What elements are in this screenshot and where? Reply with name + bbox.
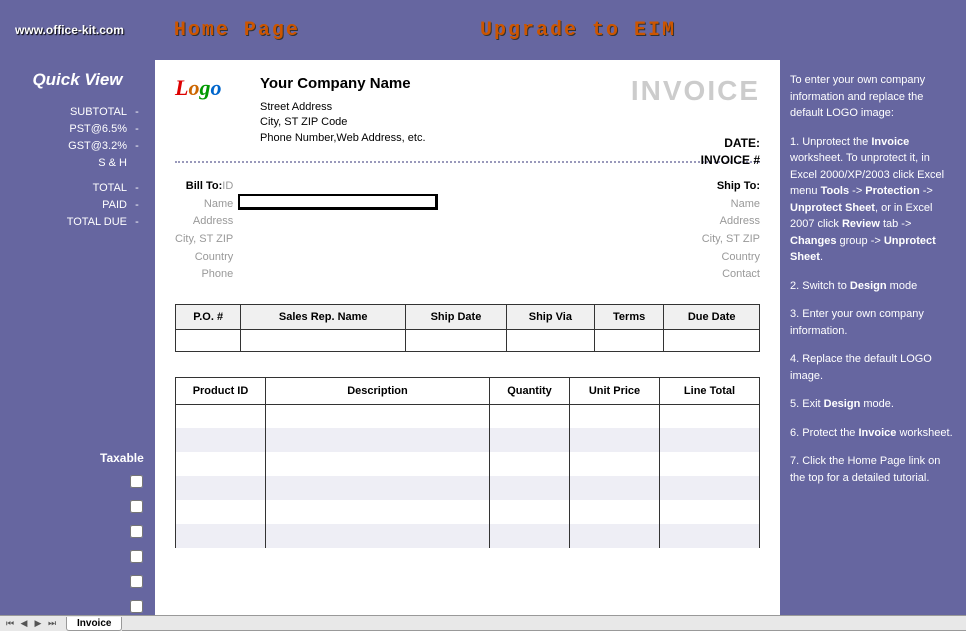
qv-label: PST@6.5% xyxy=(8,123,127,135)
header-bar: www.office-kit.com Home Page Upgrade to … xyxy=(0,0,966,60)
instruction-step: 4. Replace the default LOGO image. xyxy=(790,351,956,384)
qv-value: - xyxy=(127,106,147,118)
po-header: Terms xyxy=(594,304,663,329)
ship-to-block: Ship To: Name Address City, ST ZIP Count… xyxy=(702,178,760,284)
ship-to-label: Country xyxy=(702,249,760,267)
taxable-checkbox[interactable] xyxy=(130,575,143,588)
ship-to-label: Address xyxy=(702,213,760,231)
logo-image: Logo xyxy=(175,75,245,130)
item-cell[interactable] xyxy=(176,476,266,500)
items-header: Unit Price xyxy=(570,377,660,404)
po-header: Ship Via xyxy=(506,304,594,329)
invoice-content: INVOICE DATE: INVOICE # Logo Your Compan… xyxy=(155,60,780,615)
bill-to-label: Country xyxy=(175,249,233,267)
items-header: Product ID xyxy=(176,377,266,404)
po-cell[interactable] xyxy=(506,329,594,351)
qv-value: - xyxy=(127,199,147,211)
divider xyxy=(175,161,760,163)
main-area: Quick View SUBTOTAL- PST@6.5%- GST@3.2%-… xyxy=(0,60,966,615)
upgrade-link[interactable]: Upgrade to EIM xyxy=(480,19,676,42)
instruction-step: 2. Switch to Design mode xyxy=(790,278,956,295)
invoice-number-label: INVOICE # xyxy=(701,152,760,169)
site-url[interactable]: www.office-kit.com xyxy=(15,23,124,37)
ship-to-label: Name xyxy=(702,196,760,214)
bill-to-label: Phone xyxy=(175,266,233,284)
po-header: Sales Rep. Name xyxy=(241,304,406,329)
sheet-tabs-bar: ⏮ ◀ ▶ ⏭ Invoice xyxy=(0,615,966,631)
qv-value: - xyxy=(127,216,147,228)
items-header: Description xyxy=(266,377,490,404)
ship-to-header: Ship To: xyxy=(702,178,760,196)
taxable-checkbox[interactable] xyxy=(130,475,143,488)
bill-to-label: City, ST ZIP xyxy=(175,231,233,249)
instructions-sidebar: To enter your own company information an… xyxy=(780,60,966,615)
qv-value: - xyxy=(127,123,147,135)
po-header: P.O. # xyxy=(176,304,241,329)
company-city[interactable]: City, ST ZIP Code xyxy=(260,115,760,130)
instruction-step: 7. Click the Home Page link on the top f… xyxy=(790,453,956,486)
taxable-checkbox-column xyxy=(130,475,143,613)
taxable-checkbox[interactable] xyxy=(130,500,143,513)
instruction-step: 1. Unprotect the Invoice worksheet. To u… xyxy=(790,134,956,266)
qv-label: GST@3.2% xyxy=(8,140,127,152)
bill-to-label: Name xyxy=(175,196,233,214)
qv-label: PAID xyxy=(8,199,127,211)
po-header: Due Date xyxy=(664,304,760,329)
ship-to-label: City, ST ZIP xyxy=(702,231,760,249)
items-table: Product ID Description Quantity Unit Pri… xyxy=(175,377,760,549)
instruction-step: 3. Enter your own company information. xyxy=(790,306,956,339)
items-header: Line Total xyxy=(660,377,760,404)
item-cell[interactable] xyxy=(176,404,266,428)
qv-label: SUBTOTAL xyxy=(8,106,127,118)
taxable-checkbox[interactable] xyxy=(130,550,143,563)
company-contact[interactable]: Phone Number,Web Address, etc. xyxy=(260,131,760,146)
quick-view-title: Quick View xyxy=(8,70,147,90)
bill-to-label: Address xyxy=(175,213,233,231)
sheet-tab-invoice[interactable]: Invoice xyxy=(66,617,122,631)
tab-first-icon[interactable]: ⏮ xyxy=(4,618,16,630)
date-label: DATE: xyxy=(701,135,760,152)
qv-label: S & H xyxy=(8,157,127,169)
instruction-step: 5. Exit Design mode. xyxy=(790,396,956,413)
po-cell[interactable] xyxy=(176,329,241,351)
qv-value xyxy=(127,157,147,169)
qv-label: TOTAL xyxy=(8,182,127,194)
po-table: P.O. # Sales Rep. Name Ship Date Ship Vi… xyxy=(175,304,760,352)
po-header: Ship Date xyxy=(406,304,507,329)
tab-prev-icon[interactable]: ◀ xyxy=(18,618,30,630)
qv-label: TOTAL DUE xyxy=(8,216,127,228)
item-cell[interactable] xyxy=(176,452,266,476)
bill-to-name-input[interactable] xyxy=(238,194,438,210)
taxable-checkbox[interactable] xyxy=(130,600,143,613)
po-cell[interactable] xyxy=(406,329,507,351)
invoice-title: INVOICE xyxy=(631,75,760,107)
tab-next-icon[interactable]: ▶ xyxy=(32,618,44,630)
po-cell[interactable] xyxy=(241,329,406,351)
items-header: Quantity xyxy=(490,377,570,404)
qv-value: - xyxy=(127,182,147,194)
ship-to-label: Contact xyxy=(702,266,760,284)
instructions-intro: To enter your own company information an… xyxy=(790,72,956,122)
item-cell[interactable] xyxy=(176,524,266,548)
po-cell[interactable] xyxy=(594,329,663,351)
bill-to-block: Bill To:ID Name Address City, ST ZIP Cou… xyxy=(175,178,438,284)
taxable-checkbox[interactable] xyxy=(130,525,143,538)
qv-value: - xyxy=(127,140,147,152)
bill-to-header: Bill To: xyxy=(186,180,222,192)
home-page-link[interactable]: Home Page xyxy=(174,19,300,42)
date-block: DATE: INVOICE # xyxy=(701,135,760,169)
item-cell[interactable] xyxy=(176,428,266,452)
po-cell[interactable] xyxy=(664,329,760,351)
instruction-step: 6. Protect the Invoice worksheet. xyxy=(790,425,956,442)
tab-last-icon[interactable]: ⏭ xyxy=(46,618,58,630)
taxable-label: Taxable xyxy=(100,451,144,465)
item-cell[interactable] xyxy=(176,500,266,524)
